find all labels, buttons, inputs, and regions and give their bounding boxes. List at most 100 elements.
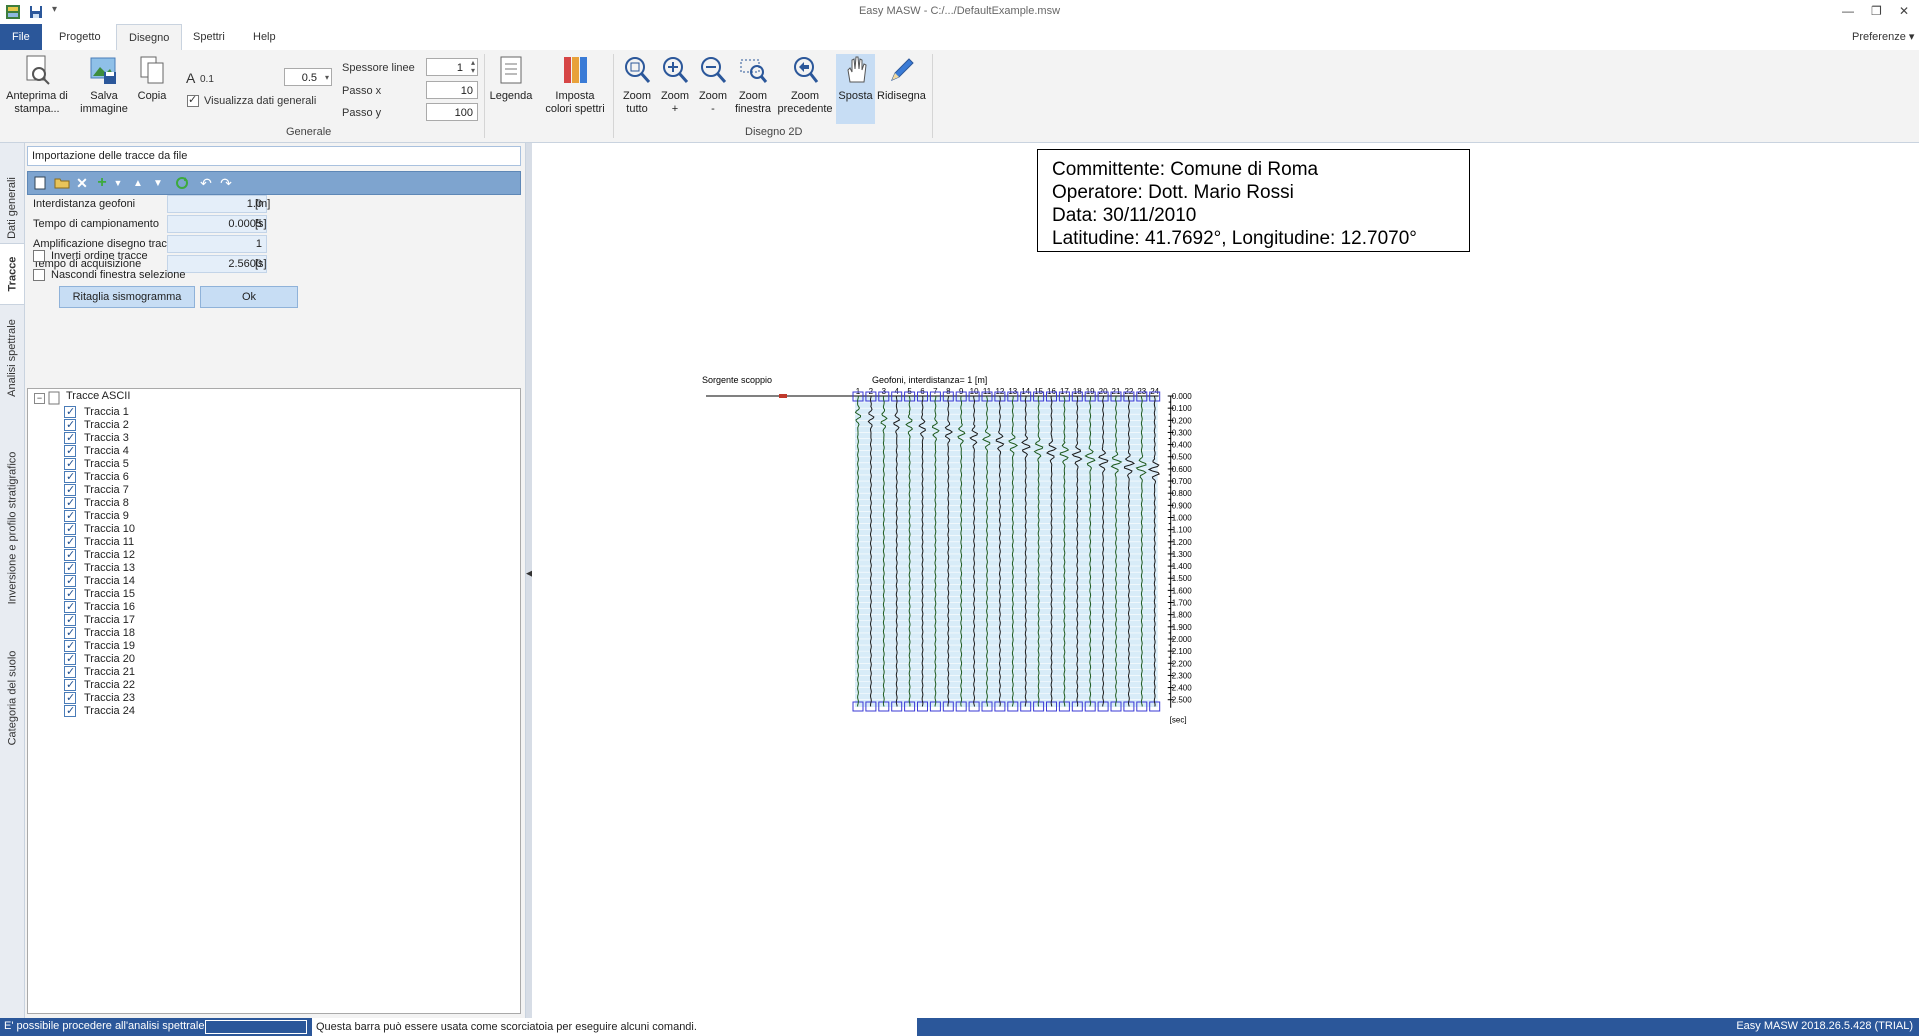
close-icon[interactable]: ✕ xyxy=(1899,4,1909,18)
copy-icon xyxy=(140,56,164,84)
document-icon xyxy=(48,391,60,405)
field-input[interactable]: 0.0005 xyxy=(167,215,267,233)
legenda-button[interactable]: Legenda xyxy=(486,54,536,103)
salva-immagine-button[interactable]: Salva immagine xyxy=(76,54,132,116)
time-tick-label: 0.400 xyxy=(1172,441,1193,450)
font-size-select[interactable]: 0.5 ▾ xyxy=(284,68,332,86)
time-tick-label: 0.300 xyxy=(1172,428,1193,437)
zoom-finestra-label: Zoom finestra xyxy=(734,90,772,115)
passo-x-label: Passo x xyxy=(342,85,382,97)
tab-help[interactable]: Help xyxy=(241,24,288,50)
pencil-icon xyxy=(891,58,914,81)
time-tick-label: 2.400 xyxy=(1172,684,1193,693)
field-unit: [s] xyxy=(255,218,267,230)
geophones-label: Geofoni, interdistanza= 1 [m] xyxy=(872,375,987,385)
spessore-spinner[interactable]: 1 ▴ ▾ xyxy=(426,58,478,76)
zoom-tutto-label: Zoom tutto xyxy=(622,90,652,115)
hand-pan-icon xyxy=(846,56,867,83)
copia-button[interactable]: Copia xyxy=(134,54,170,103)
open-folder-icon[interactable] xyxy=(54,175,70,191)
title-bar: ▾ Easy MASW - C:/.../DefaultExample.msw … xyxy=(0,0,1919,24)
time-tick-label: 1.800 xyxy=(1172,611,1193,620)
refresh-icon[interactable] xyxy=(174,175,190,191)
zoom-out-label: Zoom - xyxy=(698,90,728,115)
chevron-down-icon[interactable]: ▼ xyxy=(110,175,126,191)
sidetab-categoria-suolo[interactable]: Categoria del suolo xyxy=(0,623,24,773)
source-marker xyxy=(779,394,787,398)
tab-progetto[interactable]: Progetto xyxy=(47,24,113,50)
save-image-icon xyxy=(90,57,116,84)
move-down-icon[interactable]: ▼ xyxy=(150,175,166,191)
time-tick-label: 1.500 xyxy=(1172,574,1193,583)
font-size-value: 0.5 xyxy=(301,72,317,84)
tracce-panel: Importazione delle tracce da file ✕ + ▼ … xyxy=(25,143,525,1018)
minimize-icon[interactable]: — xyxy=(1842,4,1854,18)
source-label: Sorgente scoppio xyxy=(702,375,772,385)
command-bar[interactable]: Questa barra può essere usata come scorc… xyxy=(312,1018,917,1036)
status-bar: E' possibile procedere all'analisi spett… xyxy=(0,1018,1919,1036)
time-tick-label: 1.300 xyxy=(1172,550,1193,559)
add-icon[interactable]: + xyxy=(94,174,110,191)
drawing-canvas[interactable]: Committente: Comune di Roma Operatore: D… xyxy=(532,143,1919,1018)
sidetab-label: Tracce xyxy=(6,256,18,292)
visualizza-checkbox[interactable]: ✓ xyxy=(187,94,199,107)
sposta-button[interactable]: Sposta xyxy=(836,54,875,124)
time-tick-label: 2.300 xyxy=(1172,671,1193,680)
traces-tree: − Tracce ASCII Traccia 1Traccia 2Traccia… xyxy=(27,388,521,1014)
passo-x-input[interactable]: 10 xyxy=(426,81,478,99)
collapse-icon[interactable]: − xyxy=(34,393,45,404)
anteprima-button[interactable]: Anteprima di stampa... xyxy=(4,54,70,116)
zoom-in-button[interactable]: Zoom + xyxy=(658,54,692,116)
sidetab-analisi-spettrale[interactable]: Analisi spettrale xyxy=(0,303,24,413)
field-label: Amplificazione disegno tracce xyxy=(33,238,179,250)
delete-icon[interactable]: ✕ xyxy=(74,175,90,191)
time-tick-label: 0.100 xyxy=(1172,404,1193,413)
version-label: Easy MASW 2018.26.5.428 (TRIAL) xyxy=(1736,1020,1913,1032)
tab-spettri[interactable]: Spettri xyxy=(181,24,237,50)
trace-checkbox[interactable] xyxy=(64,703,76,719)
preferenze-menu[interactable]: Preferenze ▾ xyxy=(1840,24,1914,50)
tree-root-label: Tracce ASCII xyxy=(66,390,131,402)
sidetab-dati-generali[interactable]: Dati generali xyxy=(0,163,24,253)
move-up-icon[interactable]: ▲ xyxy=(130,175,146,191)
zoom-precedente-button[interactable]: Zoom precedente xyxy=(776,54,834,116)
ribbon-separator xyxy=(932,54,933,138)
sidetab-inversione[interactable]: Inversione e profilo stratigrafico xyxy=(0,433,24,623)
legend-icon xyxy=(500,56,522,84)
zoom-out-icon xyxy=(701,57,727,83)
time-tick-label: 1.700 xyxy=(1172,599,1193,608)
inverti-checkbox[interactable] xyxy=(33,250,45,262)
font-size-icon: A xyxy=(186,70,196,86)
time-tick-label: 0.600 xyxy=(1172,465,1193,474)
restore-icon[interactable]: ❐ xyxy=(1871,4,1882,18)
sidetab-tracce[interactable]: Tracce xyxy=(0,243,24,305)
color-palette-icon xyxy=(564,57,587,83)
zoom-in-label: Zoom + xyxy=(660,90,690,115)
ribbon-separator xyxy=(613,54,614,138)
panel-toolbar: ✕ + ▼ ▲ ▼ ↶ ↷ xyxy=(27,171,521,195)
zoom-finestra-button[interactable]: Zoom finestra xyxy=(732,54,774,116)
nascondi-checkbox[interactable] xyxy=(33,269,45,281)
zoom-tutto-button[interactable]: Zoom tutto xyxy=(618,54,656,116)
copia-label: Copia xyxy=(137,90,167,102)
passo-y-input[interactable]: 100 xyxy=(426,103,478,121)
ribbon-tabs: File Progetto Disegno Spettri Help Prefe… xyxy=(0,24,1919,51)
new-file-icon[interactable] xyxy=(32,175,48,191)
ridisegna-button[interactable]: Ridisegna xyxy=(877,54,926,103)
ritaglia-button[interactable]: Ritaglia sismogramma xyxy=(59,286,195,308)
check-icon: ✓ xyxy=(188,94,198,106)
field-input[interactable]: 1.0 xyxy=(167,195,267,213)
visualizza-label: Visualizza dati generali xyxy=(204,95,317,107)
zoom-previous-icon xyxy=(794,57,819,83)
ok-button[interactable]: Ok xyxy=(200,286,298,308)
imposta-colori-button[interactable]: Imposta colori spettri xyxy=(542,54,608,116)
undo-icon[interactable]: ↶ xyxy=(198,175,214,191)
imposta-label: Imposta colori spettri xyxy=(545,90,605,115)
tab-disegno[interactable]: Disegno xyxy=(116,24,183,51)
zoom-out-button[interactable]: Zoom - xyxy=(696,54,730,116)
tab-file[interactable]: File xyxy=(0,24,42,50)
time-tick-label: 1.000 xyxy=(1172,513,1193,522)
field-input[interactable]: 1 xyxy=(167,235,267,253)
redo-icon[interactable]: ↷ xyxy=(218,175,234,191)
time-tick-label: 0.800 xyxy=(1172,489,1193,498)
